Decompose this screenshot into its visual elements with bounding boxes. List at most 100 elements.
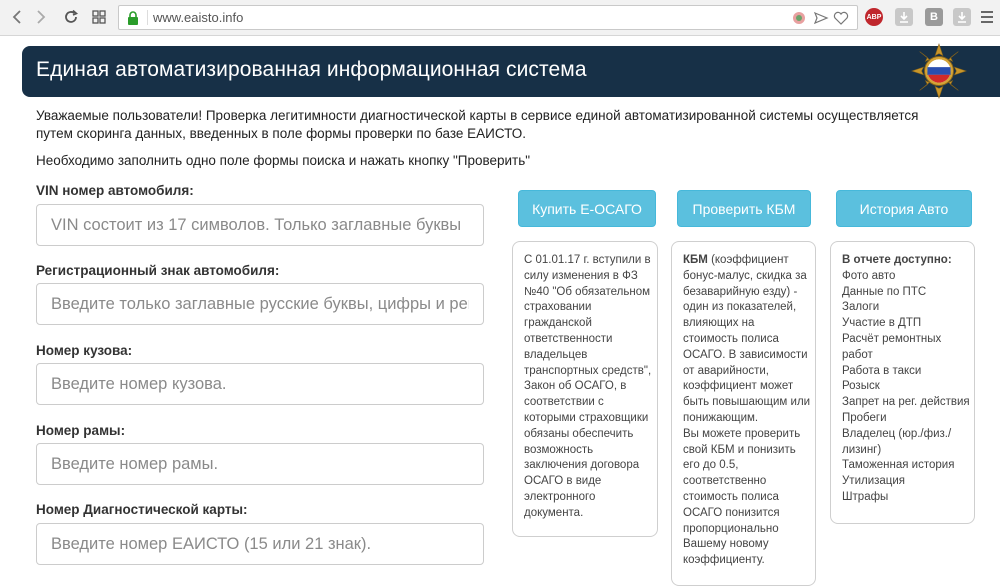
history-info-panel: В отчете доступно: Фото авто Данные по ПТ… (830, 241, 975, 524)
kbm-line: коэффициент может (683, 380, 794, 393)
history-line: Штрафы (842, 490, 889, 503)
kbm-line: соответственно (683, 475, 767, 488)
page-content: Единая автоматизированная информационная… (0, 37, 1000, 586)
osago-line: соответствии с (524, 396, 604, 409)
kbm-line: ОСАГО понизится (683, 506, 780, 519)
history-line: Владелец (юр./физ./ (842, 427, 952, 440)
buy-osago-button[interactable]: Купить Е-ОСАГО (518, 190, 656, 227)
history-line: Расчёт ремонтных (842, 332, 942, 345)
vk-icon[interactable]: B (925, 8, 943, 26)
history-line: Фото авто (842, 269, 896, 282)
history-line: Пробеги (842, 411, 887, 424)
history-line: Запрет на рег. действия (842, 396, 970, 409)
history-info-list: Фото авто Данные по ПТС Залоги Участие в ДТ… (842, 269, 970, 506)
check-kbm-button[interactable]: Проверить КБМ (677, 190, 811, 227)
menu-icon (981, 11, 993, 23)
osago-line: ответственности (524, 332, 613, 345)
osago-line: транспортных средств", (524, 364, 652, 377)
osago-line: страховании (524, 301, 592, 314)
browser-toolbar: www.eaisto.info ABP B (0, 0, 1000, 36)
reload-button[interactable] (60, 6, 82, 28)
chevron-right-icon (37, 10, 46, 24)
menu-button[interactable] (976, 6, 998, 28)
kbm-first-rest: (коэффициент (707, 254, 789, 266)
download-icon[interactable] (895, 8, 913, 26)
kbm-line: коэффициенту. (683, 554, 765, 567)
osago-line: №40 "Об обязательном (524, 285, 651, 298)
osago-line: ОСАГО в виде (524, 475, 602, 488)
chevron-left-icon (12, 10, 21, 24)
history-line: Участие в ДТП (842, 317, 922, 330)
kbm-line: один из показателей, (683, 301, 797, 314)
forward-button[interactable] (30, 6, 52, 28)
kbm-line: его до 0.5, (683, 459, 739, 472)
osago-line: С 01.01.17 г. вступили в (524, 254, 651, 266)
kbm-term: КБМ (683, 254, 708, 266)
adblock-icon[interactable]: ABP (865, 8, 883, 26)
grid-icon (92, 10, 106, 24)
kbm-line: понижающим. (683, 411, 759, 424)
url-text: www.eaisto.info (153, 10, 244, 25)
back-button[interactable] (6, 6, 28, 28)
reg-plate-label: Регистрационный знак автомобиля: (36, 263, 280, 278)
osago-line: владельцев (524, 348, 588, 361)
kbm-info-panel: КБМ (коэффициент бонус-малус, скидка за б… (671, 241, 816, 586)
emblem-logo (911, 43, 967, 99)
osago-line: гражданской (524, 317, 592, 330)
osago-line: документа. (524, 506, 584, 519)
reload-icon (65, 9, 78, 23)
kbm-line: быть повышающим или (683, 396, 811, 409)
intro-paragraph: Уважаемые пользователи! Проверка легитим… (36, 108, 919, 141)
frame-number-label: Номер рамы: (36, 423, 126, 438)
kbm-line: влияющих на (683, 317, 755, 330)
kbm-line: стоимость полиса (683, 332, 779, 345)
osago-line: электронного (524, 490, 596, 503)
kbm-line: Вашему новому (683, 538, 769, 551)
history-line: Утилизация (842, 475, 906, 488)
kbm-line: стоимость полиса (683, 490, 779, 503)
body-number-label: Номер кузова: (36, 343, 133, 358)
diag-card-input[interactable] (36, 523, 484, 565)
header-banner: Единая автоматизированная информационная… (22, 43, 1000, 99)
kbm-line: Вы можете проверить (683, 427, 801, 440)
address-separator (147, 10, 148, 25)
history-line: Розыск (842, 380, 880, 393)
kbm-line: свой КБМ и понизить (683, 443, 796, 456)
car-history-button[interactable]: История Авто (836, 190, 972, 227)
page-title: Единая автоматизированная информационная… (36, 58, 587, 81)
osago-line: обязаны обеспечить (524, 427, 634, 440)
kbm-line: безаварийную езду) - (683, 285, 798, 298)
kbm-line: ОСАГО. В зависимости (683, 348, 808, 361)
vin-label: VIN номер автомобиля: (36, 183, 194, 198)
kbm-first-line: КБМ (коэффициент (683, 253, 806, 269)
extension-flower-icon[interactable] (791, 10, 807, 26)
save-icon[interactable] (953, 8, 971, 26)
osago-info-text: С 01.01.17 г. вступили в силу изменения в… (524, 253, 652, 522)
osago-line: которыми страховщики (524, 411, 649, 424)
osago-line: силу изменения в ФЗ (524, 269, 638, 282)
history-line: Таможенная история (842, 459, 955, 472)
instruction-text: Необходимо заполнить одно поле формы пои… (36, 153, 531, 168)
heart-icon[interactable] (833, 10, 849, 26)
kbm-line: бонус-малус, скидка за (683, 269, 807, 282)
kbm-line: от аварийности, (683, 364, 770, 377)
address-bar[interactable]: www.eaisto.info (118, 5, 858, 30)
history-line: Данные по ПТС (842, 285, 927, 298)
tabs-grid-button[interactable] (88, 6, 110, 28)
osago-info-panel: С 01.01.17 г. вступили в силу изменения в… (512, 241, 658, 537)
history-line: Залоги (842, 301, 880, 314)
reg-plate-input[interactable] (36, 283, 484, 325)
vin-input[interactable] (36, 204, 484, 246)
diag-card-label: Номер Диагностической карты: (36, 502, 248, 517)
lock-icon (128, 11, 138, 25)
kbm-line: пропорционально (683, 522, 779, 535)
history-heading: В отчете доступно: (842, 254, 952, 266)
history-line: лизинг) (842, 443, 882, 456)
body-number-input[interactable] (36, 363, 484, 405)
osago-line: заключения договора (524, 459, 640, 472)
frame-number-input[interactable] (36, 443, 484, 485)
send-icon[interactable] (813, 10, 829, 26)
osago-line: Закон об ОСАГО, в (524, 380, 627, 393)
history-line: Работа в такси (842, 364, 922, 377)
osago-line: возможность (524, 443, 594, 456)
